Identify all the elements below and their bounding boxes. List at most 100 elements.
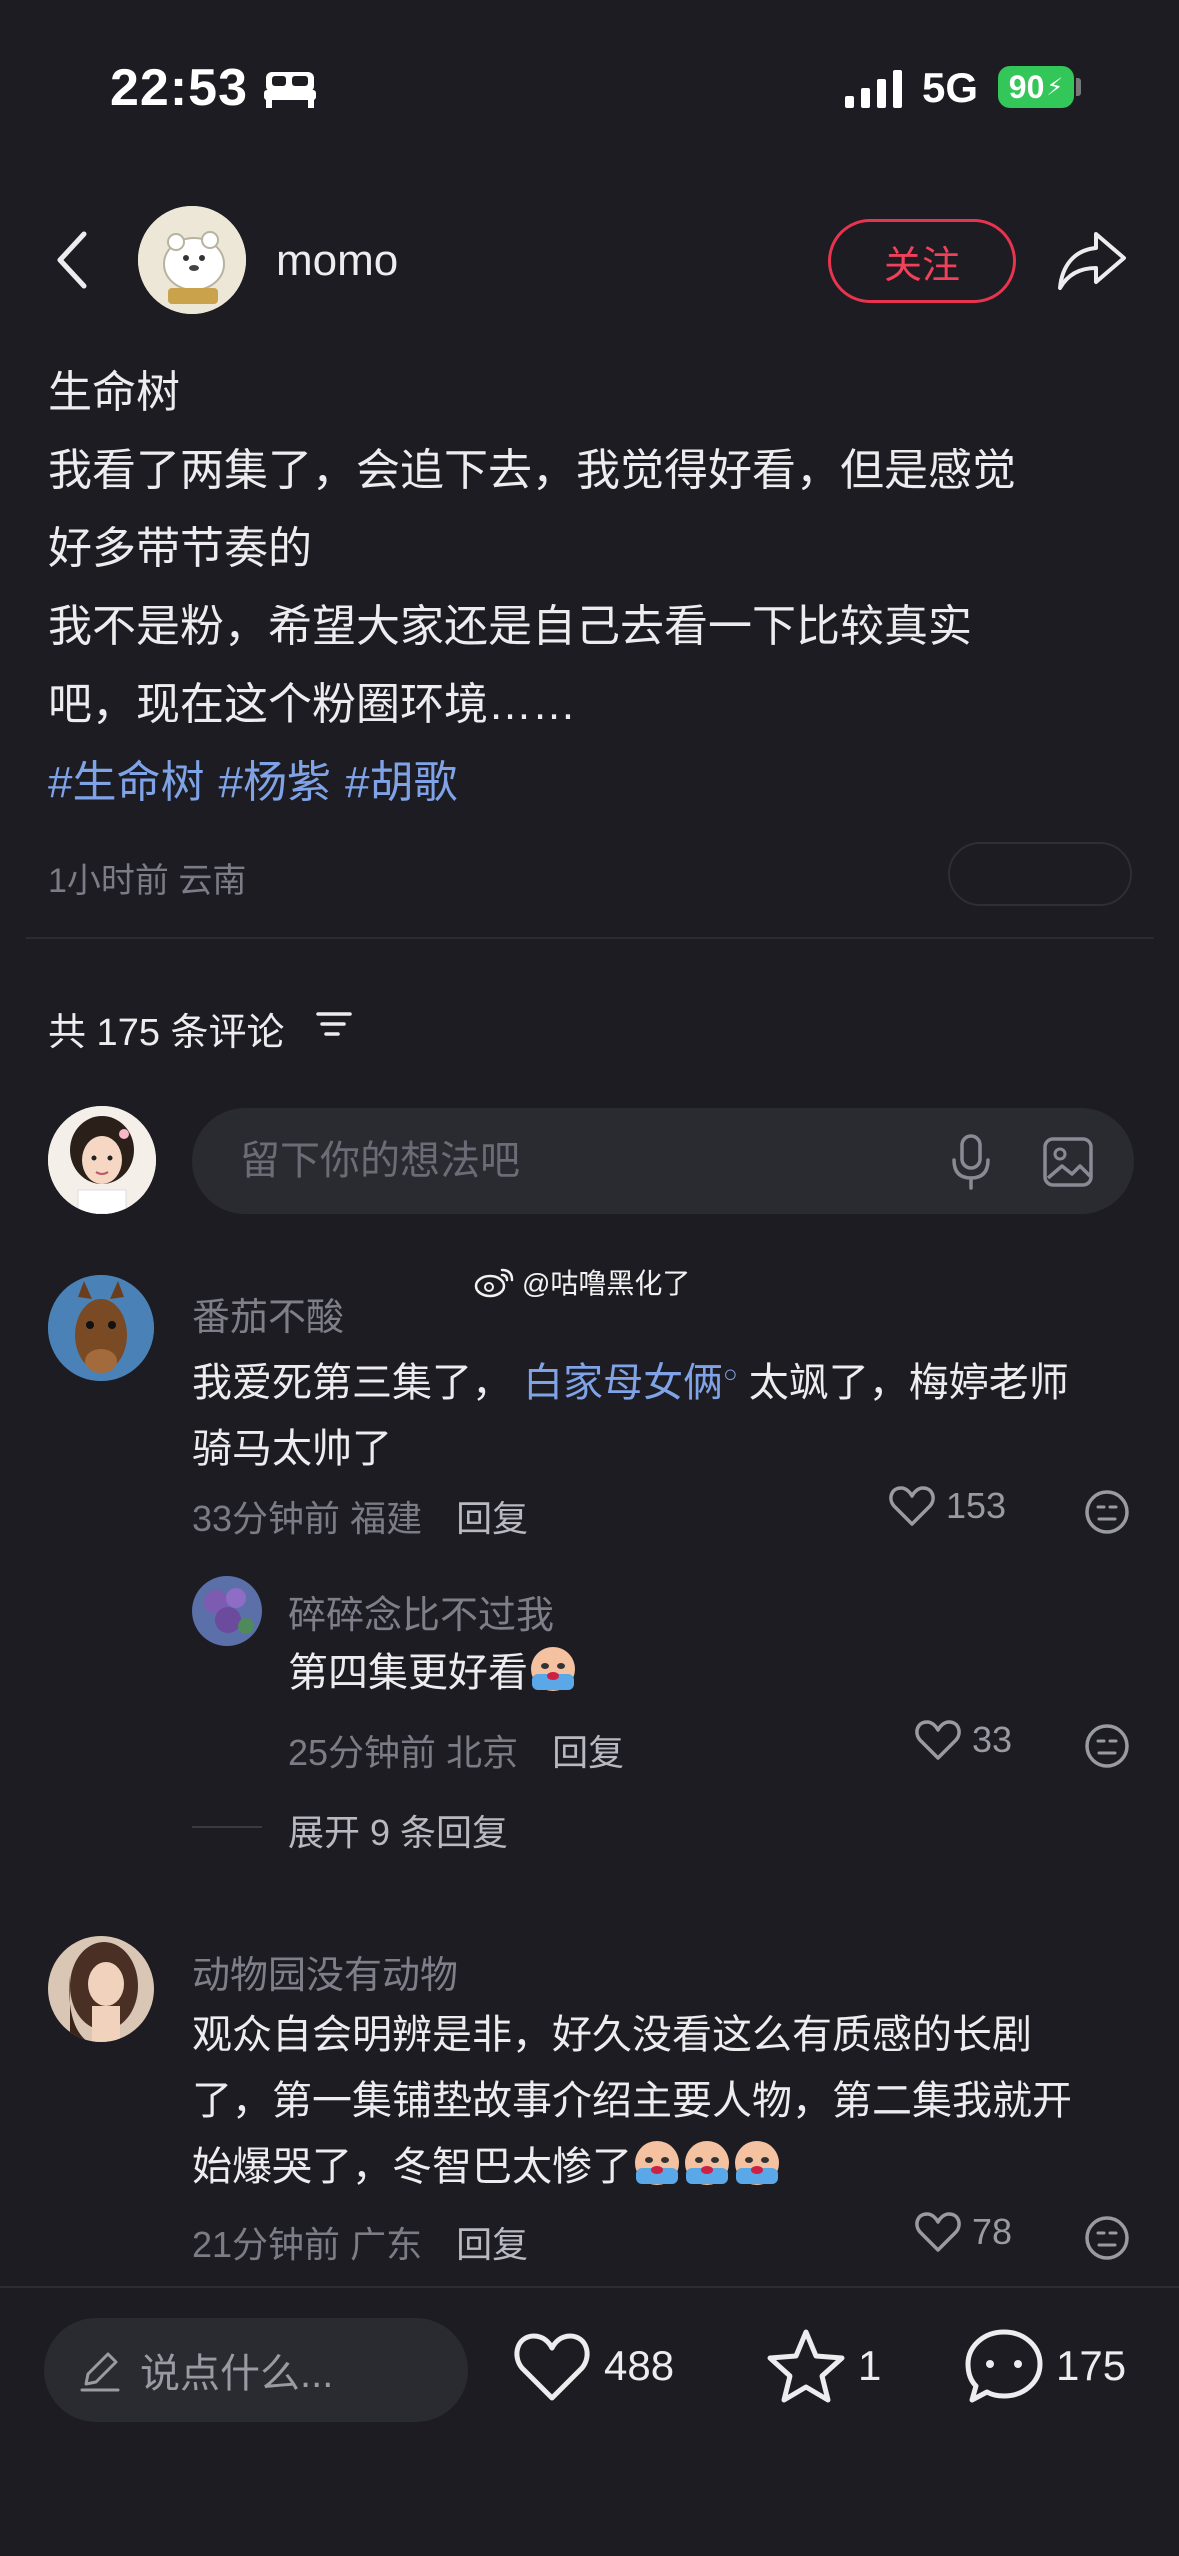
battery-tip xyxy=(1076,78,1081,96)
star-icon xyxy=(767,2329,845,2403)
like-post-button[interactable]: 488 xyxy=(512,2328,674,2404)
reaction-emoji-icon[interactable] xyxy=(1084,1489,1130,1535)
watermark: @咕噜黑化了 xyxy=(474,1262,690,1302)
comment-text: 我爱死第三集了， 白家母女俩○ 太飒了，梅婷老师 骑马太帅了 xyxy=(192,1342,1142,1482)
flower-avatar-illustration xyxy=(192,1576,262,1646)
commenter-avatar[interactable] xyxy=(48,1275,154,1381)
microphone-icon[interactable] xyxy=(948,1134,994,1190)
image-icon[interactable] xyxy=(1042,1136,1094,1188)
commenter-avatar[interactable] xyxy=(48,1936,154,2042)
comment-location: 广东 xyxy=(350,2224,423,2265)
battery-level: 90 xyxy=(1008,68,1045,105)
reply-button[interactable]: 回复 xyxy=(456,1498,528,1539)
comment-time: 21分钟前 xyxy=(192,2224,341,2265)
post-line: 生命树 xyxy=(48,368,180,417)
comment-like-button[interactable]: 78 xyxy=(914,2210,1012,2254)
post-meta: 1小时前 云南 xyxy=(48,862,247,900)
weibo-logo-icon xyxy=(474,1268,514,1298)
cellular-signal-icon xyxy=(845,70,902,108)
comment-text-part: 太飒了，梅婷老师 xyxy=(748,1361,1069,1405)
network-type: 5G xyxy=(922,64,979,111)
crying-emoji-icon xyxy=(635,2141,679,2185)
post-action-pill[interactable] xyxy=(948,842,1132,906)
reaction-emoji-icon[interactable] xyxy=(1084,1723,1130,1769)
comment-like-button[interactable]: 153 xyxy=(888,1484,1006,1528)
comment-time: 33分钟前 xyxy=(192,1498,341,1539)
charging-bolt-icon: ⚡ xyxy=(1046,73,1064,101)
reply-button[interactable]: 回复 xyxy=(456,2224,528,2265)
comment-text-part: 骑马太帅了 xyxy=(192,1427,392,1471)
expand-replies-button[interactable]: 展开 9 条回复 xyxy=(288,1804,508,1856)
reaction-emoji-icon[interactable] xyxy=(1084,2215,1130,2261)
say-placeholder: 说点什么... xyxy=(140,2352,334,2396)
comment-text-part: 始爆哭了，冬智巴太惨了 xyxy=(192,2145,632,2189)
bottom-divider xyxy=(0,2286,1179,2288)
heart-icon xyxy=(915,1720,961,1760)
reply-button[interactable]: 回复 xyxy=(552,1732,624,1773)
post-body: 生命树 我看了两集了，会追下去，我觉得好看，但是感觉 好多带节奏的 我不是粉，希… xyxy=(48,354,1138,822)
share-icon[interactable] xyxy=(1056,226,1128,294)
comment-location: 北京 xyxy=(446,1732,519,1773)
battery-indicator: 90 ⚡ xyxy=(998,66,1074,108)
heart-icon xyxy=(514,2333,590,2401)
comment-text-part: 第四集更好看 xyxy=(288,1651,528,1695)
favorite-button[interactable]: 1 xyxy=(766,2328,881,2404)
post-like-count: 488 xyxy=(604,2342,675,2389)
comment-meta: 21分钟前 广东 回复 xyxy=(192,2216,528,2268)
heart-icon xyxy=(889,1486,935,1526)
comment-text: 第四集更好看 xyxy=(288,1640,578,1706)
bear-illustration xyxy=(138,206,246,314)
comment-text-part: 我爱死第三集了， xyxy=(192,1361,512,1405)
author-avatar[interactable] xyxy=(138,206,246,314)
sort-icon[interactable] xyxy=(316,1006,352,1042)
comment-text-part: 了，第一集铺垫故事介绍主要人物，第二集我就开 xyxy=(192,2079,1072,2123)
comment-meta: 25分钟前 北京 回复 xyxy=(288,1724,624,1776)
say-something-input[interactable]: 说点什么... xyxy=(44,2318,468,2422)
heart-icon xyxy=(915,2212,961,2252)
crying-emoji-icon xyxy=(531,1647,575,1691)
like-count: 153 xyxy=(946,1485,1007,1526)
comment-text-part: 观众自会明辨是非，好久没看这么有质感的长剧 xyxy=(192,2013,1032,2057)
divider xyxy=(26,937,1154,939)
mention-link[interactable]: 白家母女俩 xyxy=(523,1361,723,1405)
follow-button[interactable]: 关注 xyxy=(828,219,1016,303)
expand-divider xyxy=(192,1826,262,1828)
back-arrow-icon[interactable] xyxy=(52,228,92,292)
comment-like-button[interactable]: 33 xyxy=(914,1718,1012,1762)
commenter-name[interactable]: 碎碎念比不过我 xyxy=(288,1584,554,1639)
comment-time: 25分钟前 xyxy=(288,1732,437,1773)
horse-avatar-illustration xyxy=(48,1275,154,1381)
hashtag-link[interactable]: #生命树 xyxy=(48,758,204,807)
like-count: 78 xyxy=(972,2211,1013,2252)
search-mini-icon: ○ xyxy=(723,1361,738,1388)
comments-button[interactable]: 175 xyxy=(964,2328,1126,2404)
user-portrait xyxy=(48,1106,156,1214)
hashtag-link[interactable]: #杨紫 xyxy=(218,758,330,807)
sleep-focus-icon xyxy=(264,72,316,108)
post-line: 我不是粉，希望大家还是自己去看一下比较真实 xyxy=(48,602,972,651)
woman-portrait-avatar xyxy=(48,1936,154,2042)
my-avatar xyxy=(48,1106,156,1214)
crying-emoji-icon xyxy=(685,2141,729,2185)
author-name[interactable]: momo xyxy=(276,236,398,286)
comment-text: 观众自会明辨是非，好久没看这么有质感的长剧 了，第一集铺垫故事介绍主要人物，第二… xyxy=(192,2002,1152,2200)
crying-emoji-icon xyxy=(735,2141,779,2185)
comments-count: 175 xyxy=(1056,2342,1127,2389)
comment-location: 福建 xyxy=(350,1498,423,1539)
favorite-count: 1 xyxy=(858,2342,882,2389)
comment-bubble-icon xyxy=(965,2329,1043,2403)
hashtag-link[interactable]: #胡歌 xyxy=(345,758,457,807)
post-line: 我看了两集了，会追下去，我觉得好看，但是感觉 xyxy=(48,446,1016,495)
post-line: 好多带节奏的 xyxy=(48,524,312,573)
watermark-text: @咕噜黑化了 xyxy=(522,1268,691,1299)
status-time: 22:53 xyxy=(110,59,248,117)
commenter-avatar[interactable] xyxy=(192,1576,262,1646)
comment-count: 共 175 条评论 xyxy=(48,1012,285,1054)
commenter-name[interactable]: 番茄不酸 xyxy=(192,1286,344,1341)
like-count: 33 xyxy=(972,1719,1013,1760)
post-tags: #生命树 #杨紫 #胡歌 xyxy=(48,744,1138,822)
commenter-name[interactable]: 动物园没有动物 xyxy=(192,1944,458,1999)
pencil-icon xyxy=(80,2352,120,2392)
comment-meta: 33分钟前 福建 回复 xyxy=(192,1490,528,1542)
post-line: 吧，现在这个粉圈环境…… xyxy=(48,680,576,729)
